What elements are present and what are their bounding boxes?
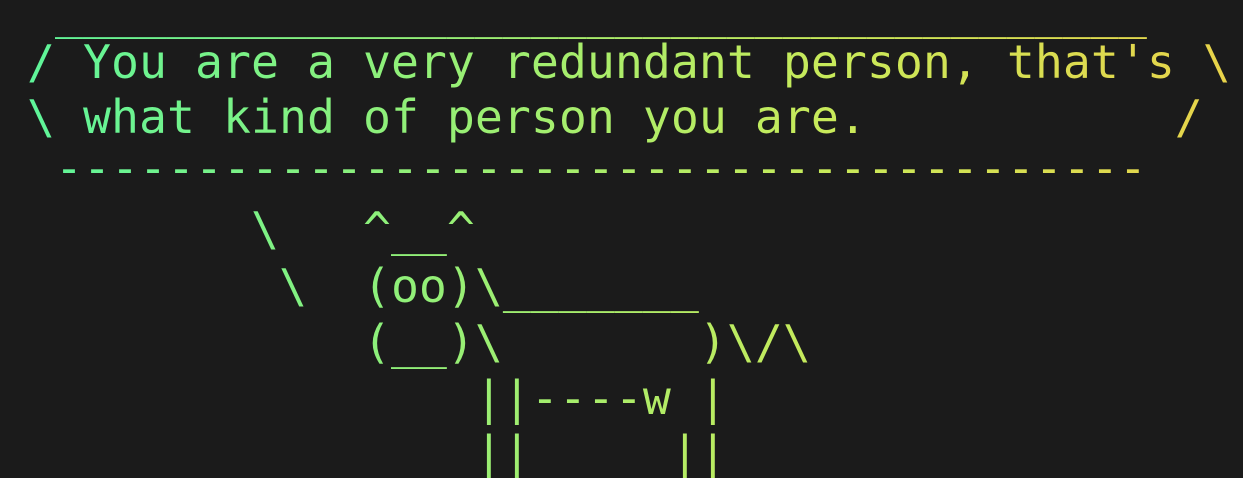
cow-ascii-legs-lower: || ||	[27, 425, 727, 478]
speech-bubble-text-line-1: / You are a very redundant person, that'…	[27, 35, 1231, 89]
terminal-window[interactable]: _______________________________________ …	[0, 0, 1243, 478]
cow-ascii-legs-upper: ||----w |	[27, 371, 727, 425]
cow-ascii-eyes: \ (oo)\_______	[27, 259, 699, 313]
speech-bubble-bottom-border: ---------------------------------------	[27, 141, 1147, 195]
cow-ascii-ears: \ ^__^	[27, 202, 475, 256]
speech-bubble-text-line-2: \ what kind of person you are. /	[27, 90, 1203, 144]
cow-ascii-mouth: (__)\ )\/\	[27, 315, 811, 369]
